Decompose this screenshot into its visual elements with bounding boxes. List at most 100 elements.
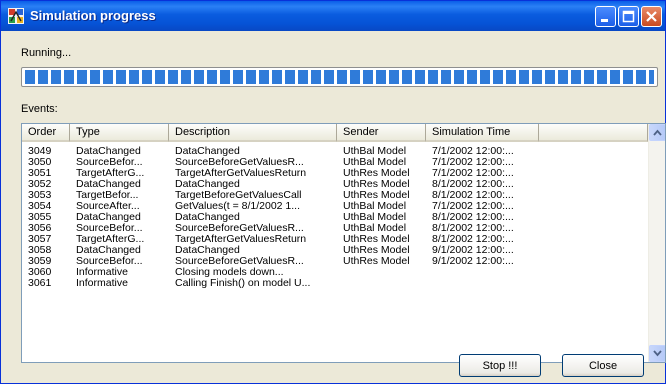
cell-description: DataChanged [175,245,240,256]
cell-order: 3059 [28,256,52,267]
close-window-button[interactable] [641,6,662,27]
table-row[interactable]: 3056 SourceBefor... SourceBeforeGetValuesR… [22,223,648,234]
cell-type: Informative [76,278,128,289]
cell-simulation-time: 9/1/2002 12:00:... [432,256,514,267]
window-title: Simulation progress [30,8,156,23]
scroll-up-button[interactable] [649,124,665,141]
cell-sender: UthRes Model [343,234,410,245]
cell-order: 3051 [28,168,52,179]
cell-type: TargetBefor... [76,190,139,201]
events-label: Events: [21,103,58,115]
table-row[interactable]: 3049 DataChanged DataChanged UthBal Model 7/… [22,146,648,157]
cell-order: 3055 [28,212,52,223]
table-row[interactable]: 3055 DataChanged DataChanged UthBal Model 8/… [22,212,648,223]
events-list-body: 3049 DataChanged DataChanged UthBal Model 7/… [22,142,648,362]
events-list-header: Order Type Description Sender Simulation… [22,124,648,142]
simulation-progress-window: Simulation progress Running... Events: O… [0,0,666,384]
cell-description: TargetAfterGetValuesReturn [175,168,307,179]
table-row[interactable]: 3050 SourceBefor... SourceBeforeGetValuesR… [22,157,648,168]
scroll-down-button[interactable] [649,345,665,362]
cell-order: 3056 [28,223,52,234]
cell-simulation-time: 7/1/2002 12:00:... [432,168,514,179]
cell-description: Closing models down... [175,267,284,278]
cell-simulation-time: 7/1/2002 12:00:... [432,157,514,168]
cell-description: GetValues(t = 8/1/2002 1... [175,201,301,212]
cell-description: DataChanged [175,146,240,157]
table-row[interactable]: 3057 TargetAfterG... TargetAfterGetValuesR… [22,234,648,245]
cell-order: 3057 [28,234,52,245]
cell-order: 3060 [28,267,52,278]
cell-type: SourceAfter... [76,201,140,212]
table-row[interactable]: 3052 DataChanged DataChanged UthRes Model 8/… [22,179,648,190]
cell-order: 3061 [28,278,52,289]
cell-type: DataChanged [76,245,141,256]
cell-type: DataChanged [76,212,141,223]
column-header-sender[interactable]: Sender [337,124,426,142]
vertical-scrollbar[interactable] [648,124,665,362]
progress-bar [21,67,658,87]
cell-sender: UthRes Model [343,245,410,256]
table-row[interactable]: 3059 SourceBefor... SourceBeforeGetValuesR… [22,256,648,267]
cell-type: Informative [76,267,128,278]
cell-type: DataChanged [76,146,141,157]
app-icon [8,8,24,24]
cell-order: 3053 [28,190,52,201]
cell-sender: UthRes Model [343,190,410,201]
cell-description: DataChanged [175,179,240,190]
close-icon [646,11,657,22]
cell-sender: UthBal Model [343,157,407,168]
cell-sender: UthBal Model [343,201,407,212]
maximize-button[interactable] [618,6,639,27]
cell-simulation-time: 8/1/2002 12:00:... [432,234,514,245]
cell-description: SourceBeforeGetValuesR... [175,223,304,234]
events-list[interactable]: Order Type Description Sender Simulation… [21,123,666,363]
chevron-down-icon [653,350,662,357]
cell-simulation-time: 8/1/2002 12:00:... [432,179,514,190]
column-header-blank[interactable] [539,124,648,142]
cell-description: TargetAfterGetValuesReturn [175,234,307,245]
cell-type: DataChanged [76,179,141,190]
cell-type: SourceBefor... [76,223,143,234]
cell-type: SourceBefor... [76,157,143,168]
cell-simulation-time: 8/1/2002 12:00:... [432,190,514,201]
cell-sender: UthBal Model [343,212,407,223]
stop-button[interactable]: Stop !!! [459,354,541,377]
cell-description: TargetBeforeGetValuesCall [175,190,302,201]
cell-simulation-time: 7/1/2002 12:00:... [432,146,514,157]
cell-simulation-time: 9/1/2002 12:00:... [432,245,514,256]
cell-order: 3054 [28,201,52,212]
cell-description: Calling Finish() on model U... [175,278,311,289]
cell-order: 3052 [28,179,52,190]
table-row[interactable]: 3060 Informative Closing models down... [22,267,648,278]
table-row[interactable]: 3054 SourceAfter... GetValues(t = 8/1/2002… [22,201,648,212]
cell-type: TargetAfterG... [76,234,145,245]
cell-sender: UthBal Model [343,223,407,234]
minimize-button[interactable] [595,6,616,27]
maximize-icon [622,10,635,23]
cell-description: SourceBeforeGetValuesR... [175,157,304,168]
column-header-description[interactable]: Description [169,124,337,142]
cell-order: 3050 [28,157,52,168]
chevron-up-icon [653,129,662,136]
table-row[interactable]: 3051 TargetAfterG... TargetAfterGetValuesR… [22,168,648,179]
status-text: Running... [21,47,72,59]
cell-sender: UthRes Model [343,179,410,190]
cell-description: SourceBeforeGetValuesR... [175,256,304,267]
cell-type: TargetAfterG... [76,168,145,179]
minimize-icon [601,19,608,22]
table-row[interactable]: 3058 DataChanged DataChanged UthRes Model 9/… [22,245,648,256]
progress-fill [25,70,654,84]
column-header-order[interactable]: Order [22,124,70,142]
cell-sender: UthRes Model [343,256,410,267]
cell-simulation-time: 8/1/2002 12:00:... [432,212,514,223]
cell-sender: UthRes Model [343,168,410,179]
table-row[interactable]: 3061 Informative Calling Finish() on model… [22,278,648,289]
table-row[interactable]: 3053 TargetBefor... TargetBeforeGetValuesC… [22,190,648,201]
title-bar[interactable]: Simulation progress [1,1,665,31]
column-header-type[interactable]: Type [70,124,169,142]
close-button[interactable]: Close [562,354,644,377]
cell-sender: UthBal Model [343,146,407,157]
column-header-simulation-time[interactable]: Simulation Time [426,124,539,142]
cell-order: 3058 [28,245,52,256]
cell-description: DataChanged [175,212,240,223]
